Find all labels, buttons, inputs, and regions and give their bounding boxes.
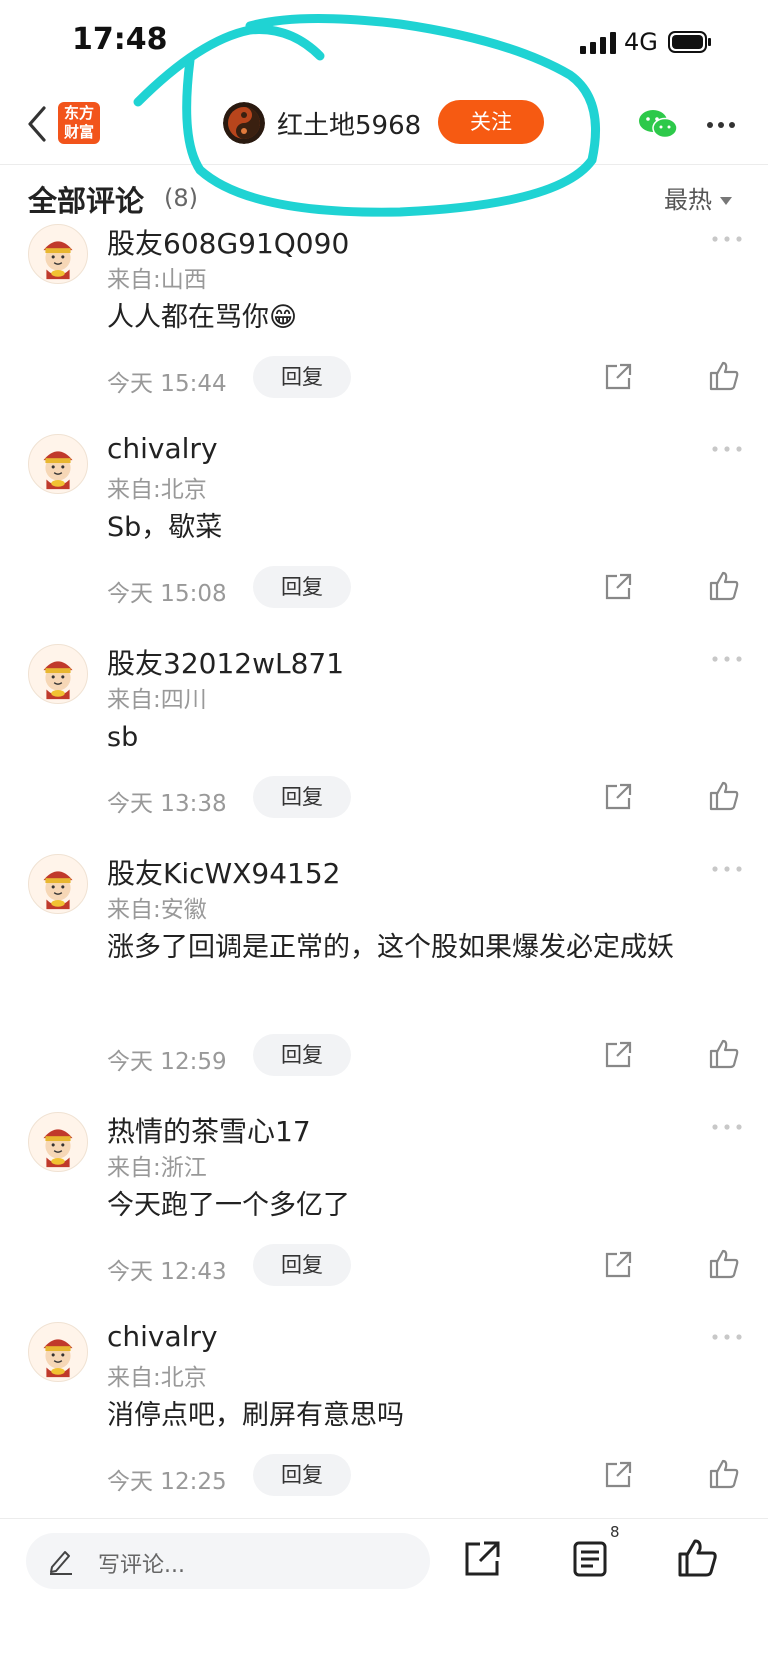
comment-text[interactable]: 涨多了回调是正常的，这个股如果爆发必定成妖 (107, 924, 727, 972)
comment-text[interactable]: Sb，歇菜 (107, 504, 727, 552)
comment-more-icon[interactable] (712, 446, 742, 452)
comment-meta: 今天 15:44 回复 (0, 356, 768, 400)
follow-button[interactable]: 关注 (438, 100, 544, 144)
caret-down-icon (720, 197, 732, 205)
comment-time: 今天 15:44 (107, 371, 227, 397)
comment-username[interactable]: 股友608G91Q090 (107, 222, 349, 262)
app-logo[interactable]: 东方 财富 (58, 102, 100, 144)
thumbs-up-icon[interactable] (708, 1458, 740, 1490)
comment-username[interactable]: chivalry (107, 432, 218, 465)
reply-button[interactable]: 回复 (253, 1454, 351, 1496)
bottom-action-bar: 写评论... 8 (0, 1518, 768, 1663)
comment-count: (8) (164, 184, 198, 212)
share-icon[interactable] (462, 1539, 502, 1579)
comment-text[interactable]: 人人都在骂你😁 (107, 294, 727, 342)
share-icon[interactable] (603, 362, 633, 392)
comment-time: 今天 12:59 (107, 1049, 227, 1075)
comment-username[interactable]: 股友32012wL871 (107, 642, 344, 682)
comment-time: 今天 13:38 (107, 791, 227, 817)
comments-icon[interactable] (570, 1539, 610, 1579)
comment-meta: 今天 12:43 回复 (0, 1244, 768, 1288)
thumbs-up-icon[interactable] (708, 570, 740, 602)
avatar[interactable] (28, 644, 88, 704)
comment-location: 来自:北京 (107, 477, 207, 503)
comment-text[interactable]: 今天跑了一个多亿了 (107, 1182, 727, 1230)
comment-meta: 今天 13:38 回复 (0, 776, 768, 820)
comment-time: 今天 12:25 (107, 1469, 227, 1495)
comment-location: 来自:四川 (107, 687, 207, 713)
app-logo-line1: 东方 (63, 104, 94, 122)
more-icon[interactable] (706, 121, 736, 129)
comment-username[interactable]: 热情的茶雪心17 (107, 1110, 311, 1150)
network-label: 4G (624, 28, 658, 56)
avatar[interactable] (28, 224, 88, 284)
comment-location: 来自:浙江 (107, 1155, 207, 1181)
section-title: 全部评论 (28, 184, 145, 218)
comment-item: 股友KicWX94152 来自:安徽 涨多了回调是正常的，这个股如果爆发必定成妖… (0, 854, 768, 1084)
battery-icon (668, 31, 711, 53)
signal-icon (580, 32, 616, 54)
pen-icon (50, 1551, 72, 1575)
comment-item: 热情的茶雪心17 来自:浙江 今天跑了一个多亿了 今天 12:43 回复 (0, 1112, 768, 1292)
avatar[interactable] (28, 1112, 88, 1172)
share-icon[interactable] (603, 1040, 633, 1070)
avatar[interactable] (28, 434, 88, 494)
user-avatar[interactable] (223, 102, 265, 144)
comment-more-icon[interactable] (712, 1124, 742, 1130)
nav-bar: 东方 财富 红土地5968 关注 (0, 88, 768, 165)
share-icon[interactable] (603, 782, 633, 812)
comments-header: 全部评论 (8) 最热 (0, 168, 768, 222)
comment-text[interactable]: 消停点吧，刷屏有意思吗 (107, 1392, 727, 1440)
comment-item: 股友32012wL871 来自:四川 sb 今天 13:38 回复 (0, 644, 768, 824)
comment-location: 来自:安徽 (107, 897, 207, 923)
thumbs-up-icon[interactable] (708, 780, 740, 812)
share-icon[interactable] (603, 572, 633, 602)
comment-item: chivalry 来自:北京 Sb，歇菜 今天 15:08 回复 (0, 432, 768, 614)
comment-item: 股友608G91Q090 来自:山西 人人都在骂你😁 今天 15:44 回复 (0, 224, 768, 404)
share-icon[interactable] (603, 1250, 633, 1280)
avatar[interactable] (28, 1322, 88, 1382)
comment-more-icon[interactable] (712, 656, 742, 662)
thumbs-up-icon[interactable] (676, 1537, 718, 1579)
comment-input[interactable]: 写评论... (26, 1533, 430, 1589)
comment-time: 今天 15:08 (107, 581, 227, 607)
comment-meta: 今天 12:25 回复 (0, 1454, 768, 1498)
status-time: 17:48 (72, 22, 168, 57)
author-name[interactable]: 红土地5968 (277, 105, 421, 142)
comment-more-icon[interactable] (712, 236, 742, 242)
sort-label: 最热 (664, 186, 712, 214)
comment-time: 今天 12:43 (107, 1259, 227, 1285)
comment-location: 来自:北京 (107, 1365, 207, 1391)
wechat-icon[interactable] (638, 108, 678, 140)
reply-button[interactable]: 回复 (253, 356, 351, 398)
sort-dropdown[interactable]: 最热 (664, 180, 732, 215)
reply-button[interactable]: 回复 (253, 1244, 351, 1286)
comment-more-icon[interactable] (712, 1334, 742, 1340)
comment-location: 来自:山西 (107, 267, 207, 293)
comment-meta: 今天 15:08 回复 (0, 566, 768, 610)
reply-button[interactable]: 回复 (253, 776, 351, 818)
reply-button[interactable]: 回复 (253, 566, 351, 608)
thumbs-up-icon[interactable] (708, 360, 740, 392)
comment-placeholder: 写评论... (98, 1553, 185, 1578)
app-logo-line2: 财富 (63, 123, 94, 141)
share-icon[interactable] (603, 1460, 633, 1490)
comments-count-badge: 8 (610, 1523, 620, 1541)
comment-username[interactable]: 股友KicWX94152 (107, 852, 340, 892)
reply-button[interactable]: 回复 (253, 1034, 351, 1076)
comment-username[interactable]: chivalry (107, 1320, 218, 1353)
comment-more-icon[interactable] (712, 866, 742, 872)
comment-item: chivalry 来自:北京 消停点吧，刷屏有意思吗 今天 12:25 回复 (0, 1320, 768, 1502)
avatar[interactable] (28, 854, 88, 914)
comment-text[interactable]: sb (107, 714, 727, 762)
thumbs-up-icon[interactable] (708, 1248, 740, 1280)
status-bar: 17:48 4G (0, 0, 768, 88)
back-arrow-icon[interactable] (22, 102, 52, 146)
comment-meta: 今天 12:59 回复 (0, 1034, 768, 1078)
thumbs-up-icon[interactable] (708, 1038, 740, 1070)
